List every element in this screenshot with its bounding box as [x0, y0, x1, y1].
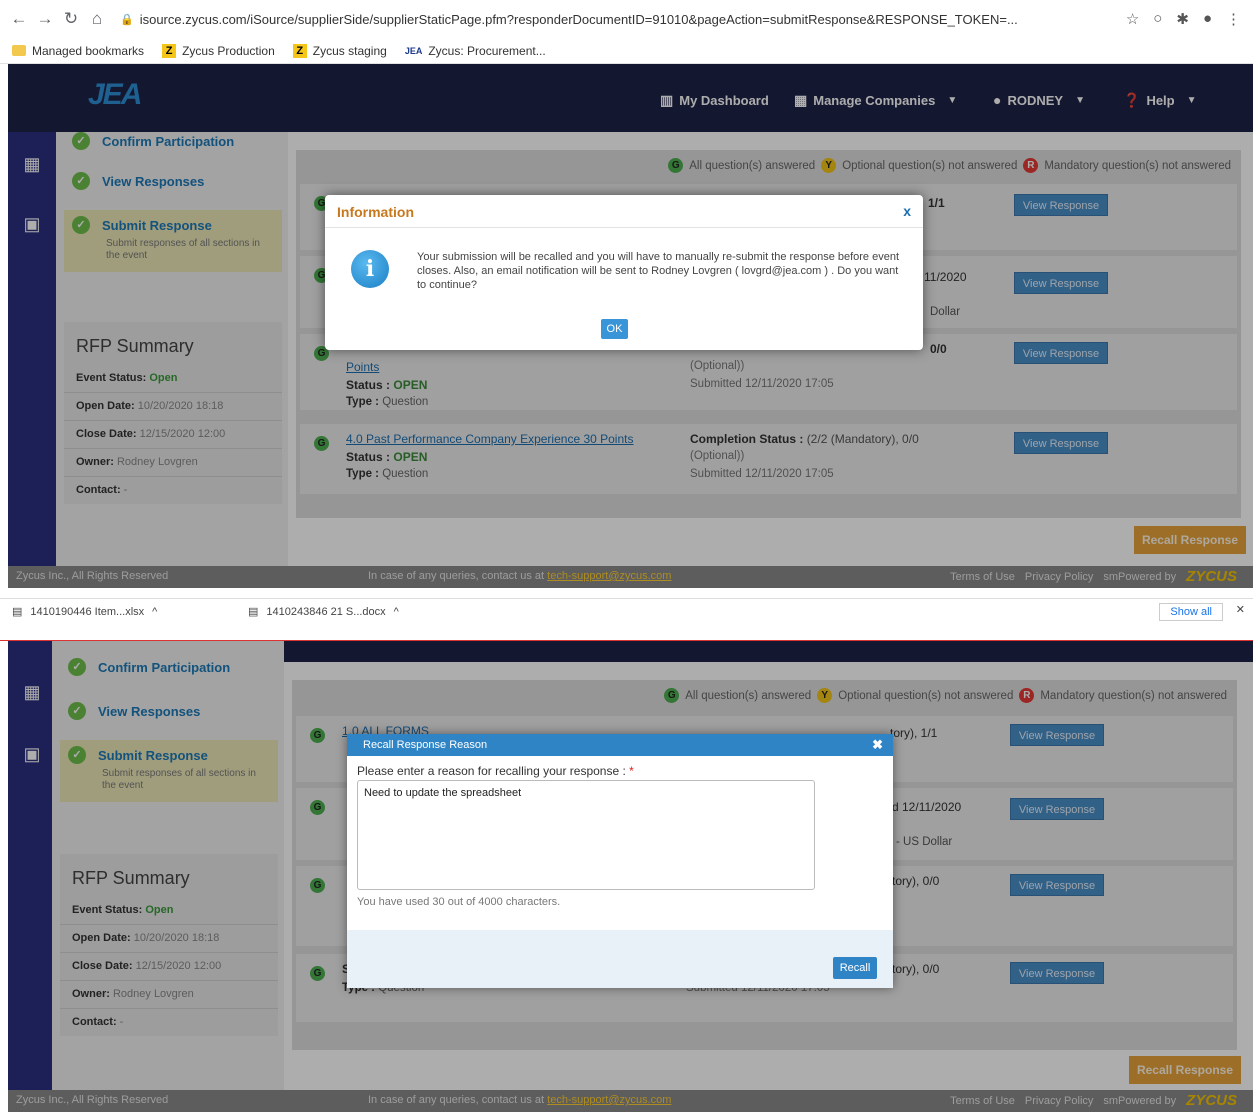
bookmark-label: Zycus Production — [182, 43, 275, 58]
close-icon[interactable]: x — [903, 203, 911, 219]
download-name: 1410243846 21 S...docx — [266, 605, 386, 618]
download-name: 1410190446 Item...xlsx — [30, 605, 145, 618]
screenshot-top: ← → ↻ ⌂ 🔒 isource.zycus.com/iSource/supp… — [0, 0, 1253, 622]
close-icon[interactable]: ✖ — [872, 734, 883, 756]
bookmark-label: Managed bookmarks — [32, 43, 145, 58]
ok-button[interactable]: OK — [601, 319, 628, 339]
star-icon[interactable]: ☆ — [1126, 10, 1139, 28]
folder-icon — [12, 45, 26, 56]
show-all-button[interactable]: Show all — [1159, 603, 1223, 621]
puzzle-icon[interactable]: ✱ — [1176, 10, 1189, 28]
bookmark-staging[interactable]: Z Zycus staging — [292, 43, 387, 58]
jea-icon: JEA — [404, 45, 423, 56]
zycus-icon: Z — [162, 43, 177, 58]
reload-icon[interactable]: ↻ — [58, 9, 84, 29]
menu-icon[interactable]: ⋮ — [1226, 10, 1241, 28]
downloads-bar: ▤ 1410190446 Item...xlsx ^ ▤ 1410243846 21 … — [0, 598, 1253, 622]
lock-icon: 🔒 — [120, 13, 134, 26]
dialog-title: Recall Response Reason — [363, 739, 488, 751]
extension-icon[interactable]: ○ — [1153, 10, 1162, 28]
recall-button[interactable]: Recall — [833, 957, 877, 979]
bookmark-procurement[interactable]: JEA Zycus: Procurement... — [405, 44, 546, 58]
reason-label: Please enter a reason for recalling your… — [357, 764, 634, 778]
character-counter: You have used 30 out of 4000 characters. — [357, 896, 561, 908]
information-dialog: Information x i Your submission will be … — [325, 195, 923, 350]
address-bar[interactable]: 🔒 isource.zycus.com/iSource/supplierSide… — [120, 12, 1126, 27]
bookmark-managed[interactable]: Managed bookmarks — [12, 44, 144, 58]
home-icon[interactable]: ⌂ — [84, 9, 110, 29]
back-icon[interactable]: ← — [6, 9, 32, 29]
bookmark-production[interactable]: Z Zycus Production — [162, 43, 275, 58]
screenshot-bottom: ▦ ▣ ✓ Confirm Participation ✓ View Respons… — [0, 640, 1253, 1112]
divider — [0, 640, 1253, 641]
bookmark-label: Zycus staging — [312, 43, 387, 58]
info-icon: i — [351, 250, 389, 288]
file-icon: ▤ — [248, 606, 259, 618]
bookmarks-bar: Managed bookmarks Z Zycus Production Z Zyc… — [0, 38, 1253, 64]
divider — [325, 227, 923, 228]
download-item[interactable]: ▤ 1410190446 Item...xlsx ^ — [12, 605, 158, 619]
caret-up-icon: ^ — [393, 605, 399, 618]
required-marker: * — [629, 764, 634, 778]
profile-icon[interactable]: ● — [1203, 10, 1212, 28]
close-icon[interactable]: ✕ — [1236, 603, 1245, 616]
dialog-header: Recall Response Reason ✖ — [347, 734, 893, 756]
bookmark-label: Zycus: Procurement... — [428, 43, 546, 58]
label-text: Please enter a reason for recalling your… — [357, 764, 626, 778]
separator — [0, 622, 1253, 640]
recall-reason-dialog: Recall Response Reason ✖ Please enter a … — [347, 734, 893, 988]
zycus-icon: Z — [292, 43, 307, 58]
url-text[interactable]: isource.zycus.com/iSource/supplierSide/s… — [140, 12, 1018, 27]
file-icon: ▤ — [12, 606, 23, 618]
dialog-title: Information — [337, 204, 414, 220]
forward-icon[interactable]: → — [32, 9, 58, 29]
download-item[interactable]: ▤ 1410243846 21 S...docx ^ — [248, 605, 399, 619]
browser-toolbar: ← → ↻ ⌂ 🔒 isource.zycus.com/iSource/supp… — [0, 0, 1253, 38]
reason-textarea[interactable]: Need to update the spreadsheet — [357, 780, 815, 890]
dialog-message: Your submission will be recalled and you… — [417, 251, 900, 291]
dialog-footer — [347, 930, 893, 988]
caret-up-icon: ^ — [152, 605, 158, 618]
